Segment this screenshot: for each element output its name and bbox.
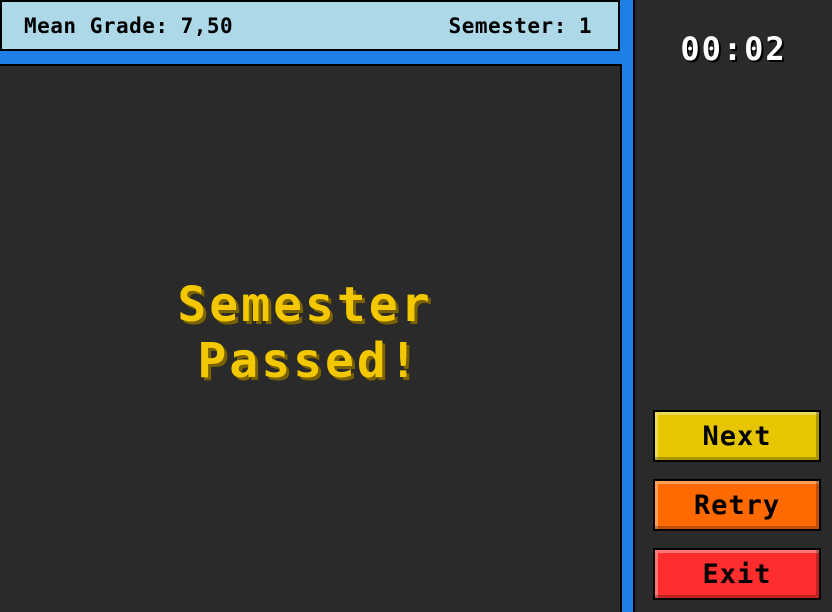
mean-grade-label: Mean Grade: (24, 13, 169, 38)
semester: Semester: 1 (449, 14, 592, 38)
side-panel: 00:02 Next Retry Exit (633, 0, 832, 612)
timer: 00:02 (680, 30, 787, 68)
retry-button[interactable]: Retry (653, 479, 821, 531)
exit-button[interactable]: Exit (653, 548, 821, 600)
mean-grade-value: 7,50 (180, 13, 234, 38)
semester-value: 1 (578, 13, 592, 38)
next-button[interactable]: Next (653, 410, 821, 462)
result-message-line1: Semester (177, 277, 433, 333)
result-message: Semester Passed! (177, 277, 432, 389)
game-stage: Semester Passed! (0, 64, 622, 612)
game-window: Mean Grade: 7,50 Semester: 1 Semester Pa… (0, 0, 832, 612)
status-bar: Mean Grade: 7,50 Semester: 1 (0, 0, 620, 51)
mean-grade: Mean Grade: 7,50 (24, 14, 233, 38)
semester-label: Semester: (448, 13, 567, 38)
result-message-line2: Passed! (197, 333, 421, 389)
